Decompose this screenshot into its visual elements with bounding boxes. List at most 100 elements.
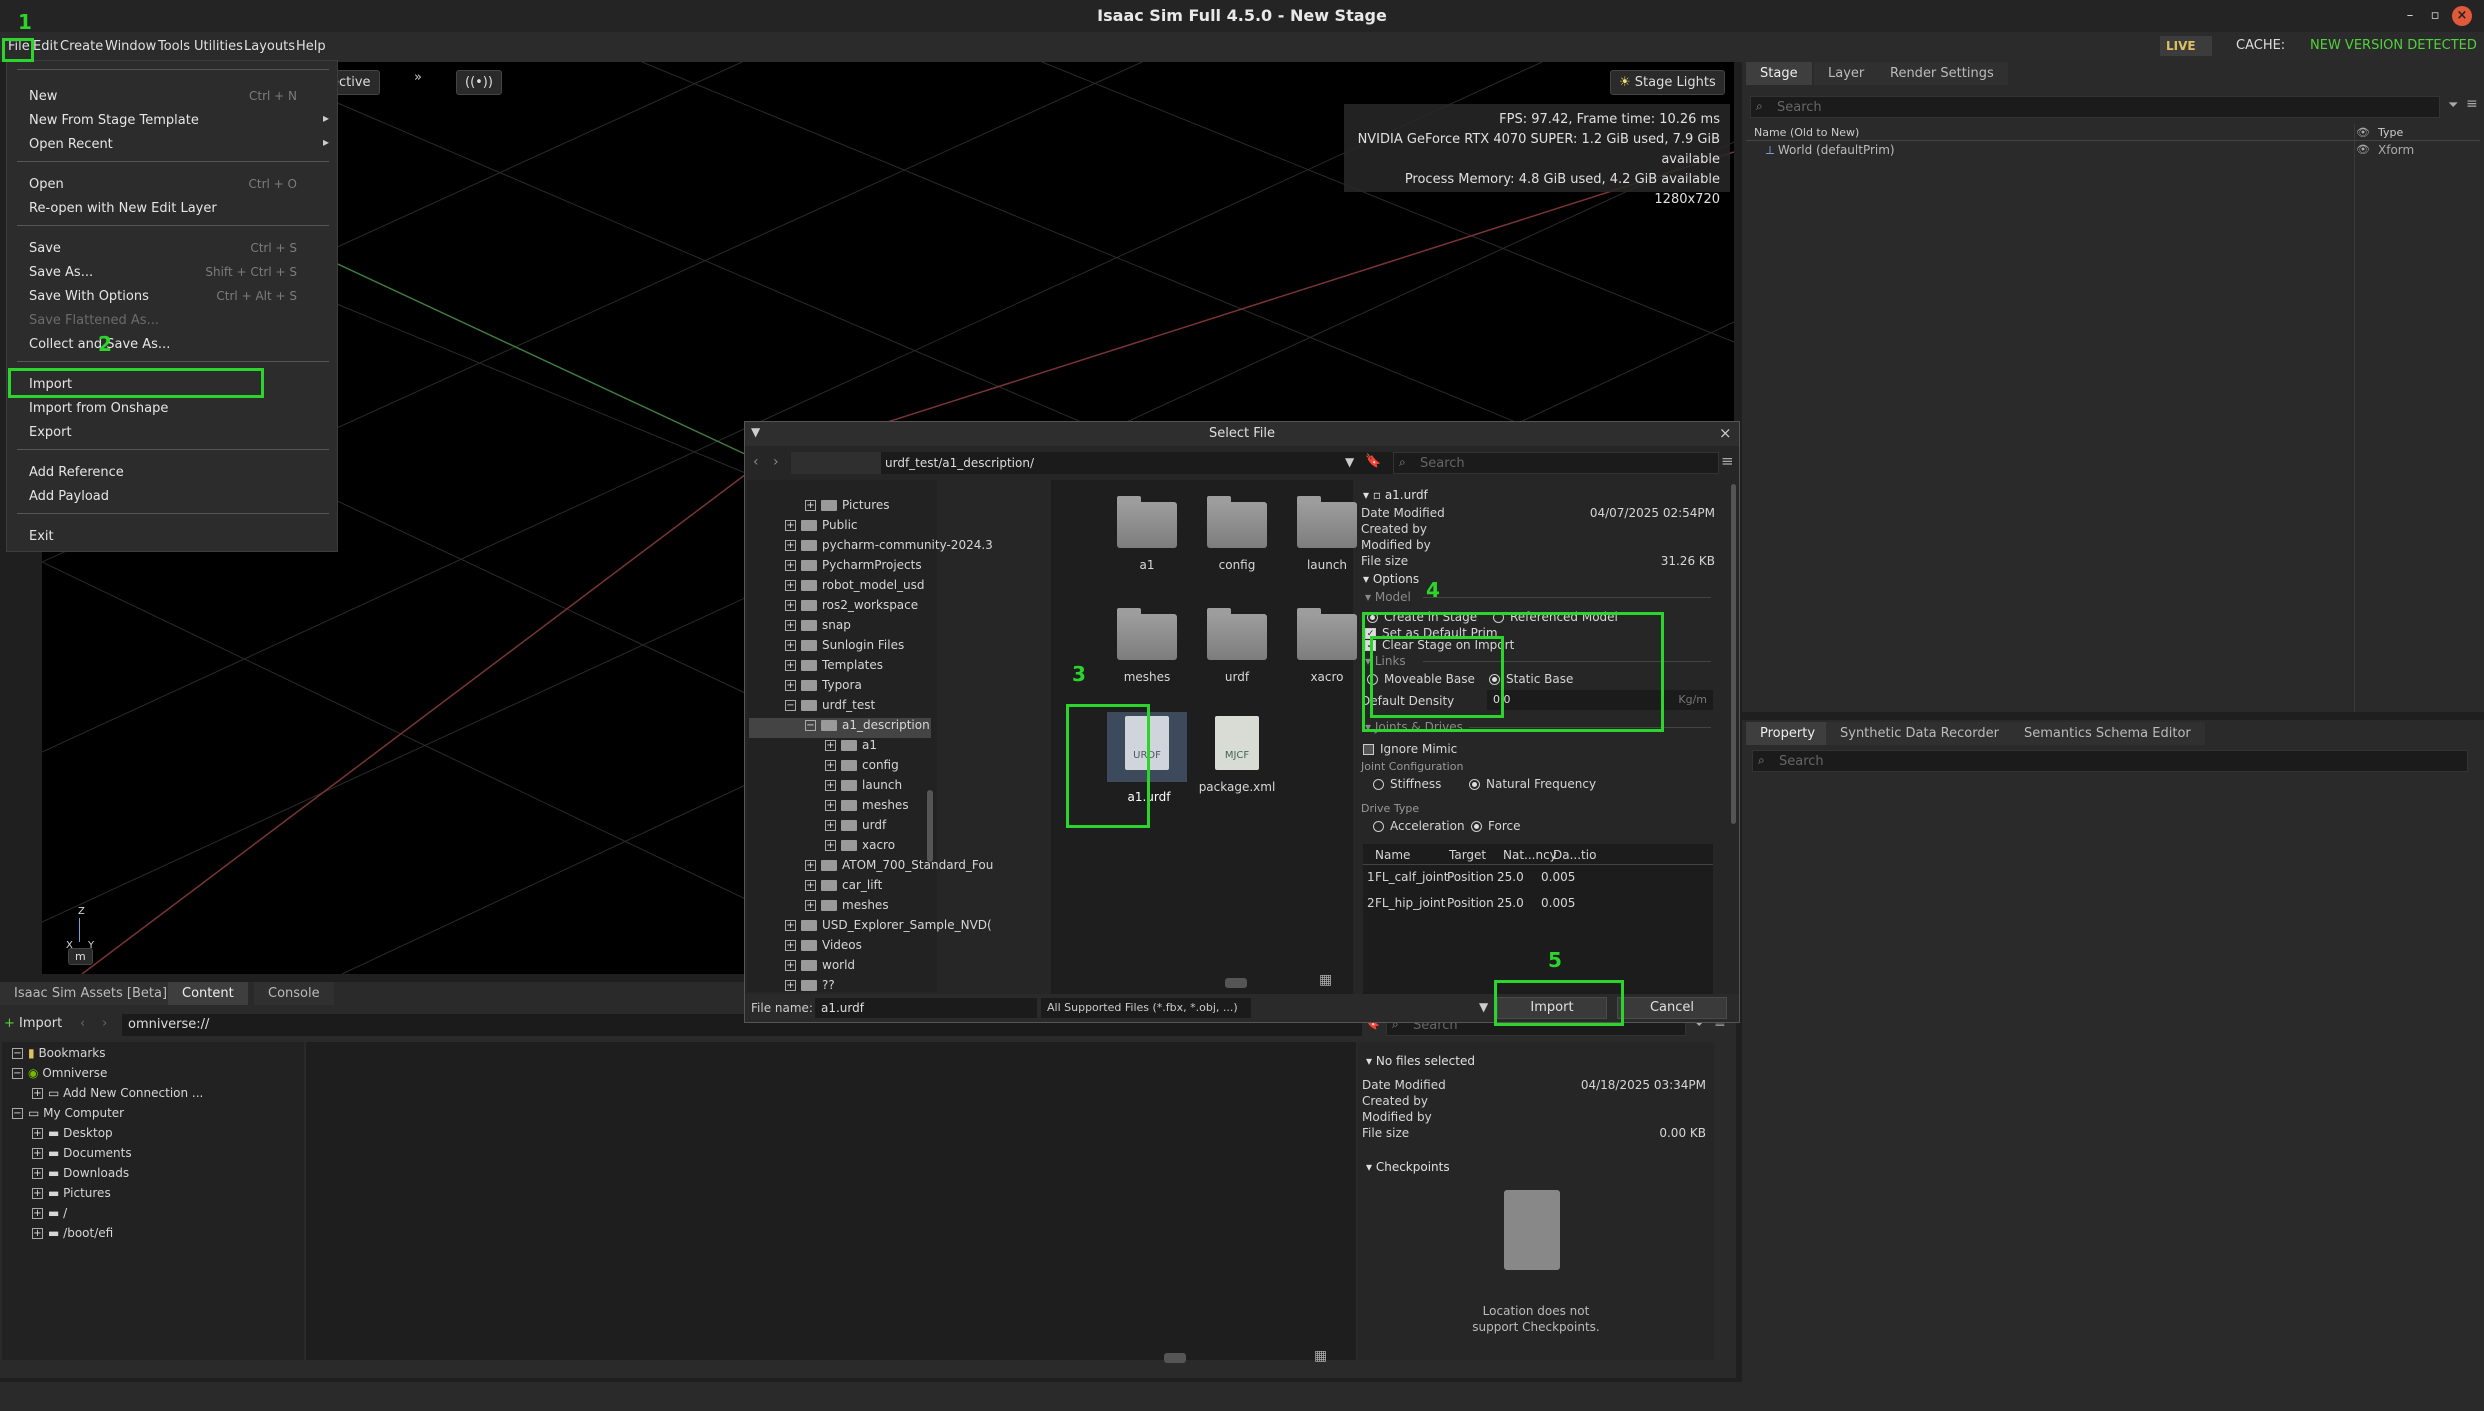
menu-icon[interactable]: ≡ bbox=[2466, 96, 2478, 112]
tree-documents[interactable]: + ▬ Documents bbox=[32, 1146, 132, 1166]
expand-icon[interactable]: + bbox=[825, 780, 836, 791]
expand-icon[interactable]: + bbox=[785, 980, 796, 991]
expand-icon[interactable]: + bbox=[825, 800, 836, 811]
menu-exit[interactable]: Exit bbox=[29, 529, 54, 544]
path-prefix-segment[interactable] bbox=[791, 452, 881, 474]
dialog-tree-item[interactable]: + config bbox=[825, 758, 899, 778]
tree-add-connection[interactable]: + ▭ Add New Connection ... bbox=[32, 1086, 203, 1106]
expand-icon[interactable]: + bbox=[785, 540, 796, 551]
file-name-input[interactable]: a1.urdf bbox=[815, 998, 1037, 1018]
restore-icon[interactable]: ▫ bbox=[2425, 6, 2445, 26]
content-grid[interactable] bbox=[306, 1042, 1356, 1360]
tree-omniverse[interactable]: − ◉ Omniverse bbox=[12, 1066, 107, 1086]
expand-icon[interactable]: + bbox=[785, 520, 796, 531]
close-icon[interactable]: × bbox=[2452, 6, 2472, 26]
model-section[interactable]: ▾ Model bbox=[1365, 590, 1411, 604]
menu-add-payload[interactable]: Add Payload bbox=[29, 489, 109, 504]
file-type-filter[interactable]: All Supported Files (*.fbx, *.obj, ...) bbox=[1041, 998, 1251, 1018]
radio-natural-frequency[interactable]: Natural Frequency bbox=[1469, 777, 1596, 791]
tree-pictures[interactable]: + ▬ Pictures bbox=[32, 1186, 111, 1206]
nav-forward-icon[interactable]: › bbox=[102, 1016, 107, 1031]
expand-icon[interactable]: + bbox=[785, 600, 796, 611]
dialog-tree-item[interactable]: + xacro bbox=[825, 838, 895, 858]
joint-frequency[interactable]: 25.0 bbox=[1497, 870, 1524, 884]
tab-content[interactable]: Content bbox=[168, 982, 248, 1005]
property-search-input[interactable]: Search bbox=[1752, 750, 2468, 772]
menu-export[interactable]: Export bbox=[29, 425, 72, 440]
menu-layouts[interactable]: Layouts bbox=[244, 39, 295, 54]
expand-icon[interactable]: + bbox=[825, 740, 836, 751]
stage-lights-button[interactable]: ☀ Stage Lights bbox=[1610, 70, 1725, 95]
tree-root[interactable]: + ▬ / bbox=[32, 1206, 67, 1226]
grid-scrollbar[interactable] bbox=[1225, 978, 1247, 988]
tile-folder-config[interactable]: config bbox=[1197, 496, 1277, 572]
tab-isaac-sim-assets[interactable]: Isaac Sim Assets [Beta] bbox=[0, 982, 182, 1005]
radio-force[interactable]: Force bbox=[1471, 819, 1520, 833]
tree-desktop[interactable]: + ▬ Desktop bbox=[32, 1126, 113, 1146]
menu-reopen-edit-layer[interactable]: Re-open with New Edit Layer bbox=[29, 201, 217, 216]
menu-open-recent[interactable]: Open Recent bbox=[29, 137, 113, 152]
expand-icon[interactable]: + bbox=[805, 500, 816, 511]
expand-icon[interactable]: + bbox=[785, 680, 796, 691]
menu-open[interactable]: Open bbox=[29, 177, 64, 192]
menu-new-from-template[interactable]: New From Stage Template bbox=[29, 113, 199, 128]
tree-downloads[interactable]: + ▬ Downloads bbox=[32, 1166, 129, 1186]
dialog-tree-item[interactable]: + Pictures bbox=[805, 498, 890, 518]
dialog-tree-item[interactable]: + world bbox=[785, 958, 855, 978]
dialog-tree-item[interactable]: + Videos bbox=[785, 938, 862, 958]
path-dropdown-icon[interactable]: ▼ bbox=[1345, 455, 1354, 469]
menu-help[interactable]: Help bbox=[296, 39, 326, 54]
menu-utilities[interactable]: Utilities bbox=[194, 39, 243, 54]
dialog-tree-item[interactable]: + ATOM_700_Standard_Fou bbox=[805, 858, 993, 878]
expand-icon[interactable]: + bbox=[785, 940, 796, 951]
checkbox-ignore-mimic[interactable]: Ignore Mimic bbox=[1363, 742, 1457, 756]
tab-layer[interactable]: Layer bbox=[1814, 62, 1879, 85]
dialog-tree-item[interactable]: + snap bbox=[785, 618, 851, 638]
col-name-header[interactable]: Name bbox=[1375, 848, 1410, 862]
tab-console[interactable]: Console bbox=[254, 982, 334, 1005]
tab-stage[interactable]: Stage bbox=[1746, 62, 1812, 85]
expand-icon[interactable]: + bbox=[805, 900, 816, 911]
dialog-tree-item[interactable]: + car_lift bbox=[805, 878, 882, 898]
column-name-header[interactable]: Name (Old to New) bbox=[1754, 126, 1859, 139]
menu-new[interactable]: New bbox=[29, 89, 57, 104]
stage-search-input[interactable]: Search bbox=[1750, 96, 2440, 118]
dialog-close-icon[interactable]: × bbox=[1719, 424, 1732, 442]
column-type-header[interactable]: Type bbox=[2378, 126, 2403, 139]
expand-icon[interactable]: + bbox=[825, 840, 836, 851]
dialog-search-input[interactable]: Search bbox=[1393, 452, 1719, 474]
menu-import-onshape[interactable]: Import from Onshape bbox=[29, 401, 168, 416]
expand-icon[interactable]: + bbox=[825, 760, 836, 771]
grid-view-icon[interactable]: ▦ bbox=[1319, 972, 1332, 988]
options-header[interactable]: ▾ Options bbox=[1363, 572, 1419, 586]
dialog-tree-item[interactable]: + a1 bbox=[825, 738, 877, 758]
filter-icon[interactable]: ⏷ bbox=[2448, 98, 2458, 113]
joint-target[interactable]: Position bbox=[1447, 896, 1494, 910]
dialog-tree-item[interactable]: + robot_model_usd bbox=[785, 578, 925, 598]
expand-icon[interactable]: + bbox=[785, 920, 796, 931]
collapse-icon[interactable]: − bbox=[805, 720, 816, 731]
bookmark-icon[interactable]: 🔖 bbox=[1365, 454, 1381, 469]
tab-property[interactable]: Property bbox=[1746, 722, 1830, 745]
live-badge[interactable]: LIVE bbox=[2160, 36, 2212, 56]
expand-icon[interactable]: + bbox=[825, 820, 836, 831]
dialog-cancel-button[interactable]: Cancel bbox=[1617, 997, 1727, 1019]
menu-save[interactable]: Save bbox=[29, 241, 61, 256]
joint-damping[interactable]: 0.005 bbox=[1541, 896, 1575, 910]
tree-my-computer[interactable]: − ▭ My Computer bbox=[12, 1106, 124, 1126]
expand-icon[interactable]: + bbox=[805, 880, 816, 891]
dialog-tree-item[interactable]: + ros2_workspace bbox=[785, 598, 918, 618]
nav-back-icon[interactable]: ‹ bbox=[753, 454, 759, 470]
content-import-button[interactable]: + Import bbox=[4, 1016, 62, 1031]
dialog-tree-item[interactable]: + Sunlogin Files bbox=[785, 638, 904, 658]
broadcast-icon[interactable]: ((•)) bbox=[456, 70, 502, 95]
stage-tree-row[interactable]: ⟂ World (defaultPrim) bbox=[1766, 143, 1895, 158]
file-details-header[interactable]: ▾ ▫ a1.urdf bbox=[1363, 488, 1428, 502]
tile-folder-meshes[interactable]: meshes bbox=[1107, 608, 1187, 684]
tile-file-package-xml[interactable]: MJCF package.xml bbox=[1197, 716, 1277, 794]
tab-render-settings[interactable]: Render Settings bbox=[1876, 62, 2008, 85]
tree-scrollbar[interactable] bbox=[927, 790, 933, 862]
collapse-icon[interactable]: − bbox=[785, 700, 796, 711]
grid-view-icon[interactable]: ▦ bbox=[1314, 1348, 1327, 1364]
menu-edit[interactable]: Edit bbox=[33, 39, 58, 54]
